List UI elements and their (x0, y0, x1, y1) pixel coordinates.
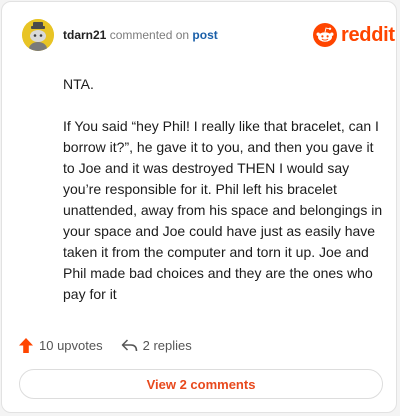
reddit-logo-icon (313, 23, 337, 47)
action-text: commented on (106, 28, 193, 42)
reply-arrow-icon (121, 338, 137, 351)
username[interactable]: tdarn21 (63, 28, 106, 42)
comment-paragraph: NTA. (63, 76, 94, 92)
upvote-button[interactable]: 10 upvotes (18, 337, 103, 354)
replies-button[interactable]: 2 replies (121, 338, 192, 353)
comment-header: tdarn21 commented on post (63, 28, 218, 42)
reddit-wordmark: reddit (341, 24, 395, 46)
view-comments-button[interactable]: View 2 comments (19, 369, 383, 399)
reply-count: 2 replies (142, 337, 192, 353)
post-link[interactable]: post (192, 28, 217, 42)
comment-card: tdarn21 commented on post reddit NTA. If… (1, 1, 397, 413)
comment-paragraph: If You said “hey Phil! I really like tha… (63, 118, 383, 302)
user-avatar-icon[interactable] (22, 19, 54, 51)
comment-body: NTA. If You said “hey Phil! I really lik… (63, 74, 385, 326)
upvote-count: 10 upvotes (39, 337, 103, 353)
upvote-arrow-icon (19, 337, 33, 353)
comment-actions: 10 upvotes 2 replies (18, 335, 210, 355)
reddit-logo[interactable]: reddit (313, 22, 395, 48)
